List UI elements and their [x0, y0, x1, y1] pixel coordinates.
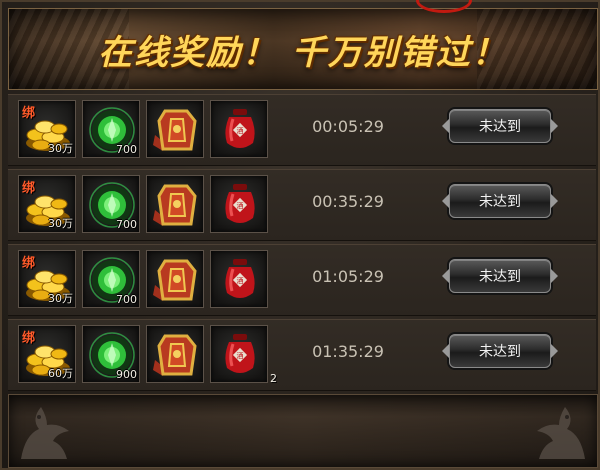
bind-tag: 绑	[22, 181, 36, 196]
jar-slot[interactable]: 酒	[210, 325, 268, 383]
gold-ingots-slot[interactable]: 绑 60万	[18, 325, 76, 383]
armor-slot[interactable]	[146, 325, 204, 383]
gold-quantity: 30万	[48, 217, 73, 230]
red-jar-icon: 酒	[225, 259, 255, 298]
svg-text:酒: 酒	[237, 277, 244, 285]
jade-quantity: 700	[116, 143, 137, 156]
countdown-timer: 00:35:29	[312, 192, 384, 211]
claim-button[interactable]: 未达到	[442, 259, 558, 293]
jade-slot[interactable]: 700	[82, 100, 140, 158]
red-jar-icon: 酒	[225, 109, 255, 148]
gold-quantity: 30万	[48, 292, 73, 305]
armor-slot[interactable]	[146, 100, 204, 158]
bind-tag: 绑	[22, 331, 36, 346]
svg-text:酒: 酒	[237, 352, 244, 360]
reward-row-1: 绑 30万 700 酒 00:05:29 未达到	[8, 94, 596, 166]
countdown-timer: 01:35:29	[312, 342, 384, 361]
jar-slot[interactable]: 酒	[210, 100, 268, 158]
footer-bar	[8, 394, 598, 468]
jar-slot[interactable]: 酒	[210, 175, 268, 233]
reward-row-3: 绑 30万 700 酒 01:05:29 未达到	[8, 244, 596, 316]
jade-quantity: 900	[116, 368, 137, 381]
armor-vest-icon	[153, 109, 197, 151]
banner-title: 在线奖励！ 千万别错过！	[98, 33, 508, 73]
gold-quantity: 60万	[48, 367, 73, 380]
bind-tag: 绑	[22, 106, 36, 121]
jar-slot[interactable]: 酒	[210, 250, 268, 308]
jade-slot[interactable]: 700	[82, 175, 140, 233]
gold-quantity: 30万	[48, 142, 73, 155]
jar-quantity: 2	[270, 372, 277, 385]
bind-tag: 绑	[22, 256, 36, 271]
gold-ingots-slot[interactable]: 绑 30万	[18, 250, 76, 308]
jade-quantity: 700	[116, 218, 137, 231]
dragon-right-icon	[537, 407, 585, 459]
title-banner: 在线奖励！ 千万别错过！	[8, 8, 598, 90]
reward-row-4: 绑 60万 900 酒 2 01:35:29 未达到	[8, 319, 596, 391]
claim-button[interactable]: 未达到	[442, 334, 558, 368]
svg-text:酒: 酒	[237, 202, 244, 210]
reward-row-2: 绑 30万 700 酒 00:35:29 未达到	[8, 169, 596, 241]
gold-ingots-slot[interactable]: 绑 30万	[18, 175, 76, 233]
reward-panel: 在线奖励！ 千万别错过！ 绑 30万 700 酒 00:05:29 未达到 绑 …	[0, 0, 600, 470]
armor-vest-icon	[153, 334, 197, 376]
armor-vest-icon	[153, 184, 197, 226]
countdown-timer: 01:05:29	[312, 267, 384, 286]
claim-button[interactable]: 未达到	[442, 109, 558, 143]
armor-vest-icon	[153, 259, 197, 301]
red-jar-icon: 酒	[225, 184, 255, 223]
claim-button[interactable]: 未达到	[442, 184, 558, 218]
armor-slot[interactable]	[146, 175, 204, 233]
jade-quantity: 700	[116, 293, 137, 306]
gold-ingots-slot[interactable]: 绑 30万	[18, 100, 76, 158]
jade-slot[interactable]: 900	[82, 325, 140, 383]
svg-text:酒: 酒	[237, 127, 244, 135]
armor-slot[interactable]	[146, 250, 204, 308]
countdown-timer: 00:05:29	[312, 117, 384, 136]
red-jar-icon: 酒	[225, 334, 255, 373]
dragon-left-icon	[21, 407, 69, 459]
reward-list: 绑 30万 700 酒 00:05:29 未达到 绑 30万 700 酒 00:…	[8, 94, 596, 394]
jade-slot[interactable]: 700	[82, 250, 140, 308]
